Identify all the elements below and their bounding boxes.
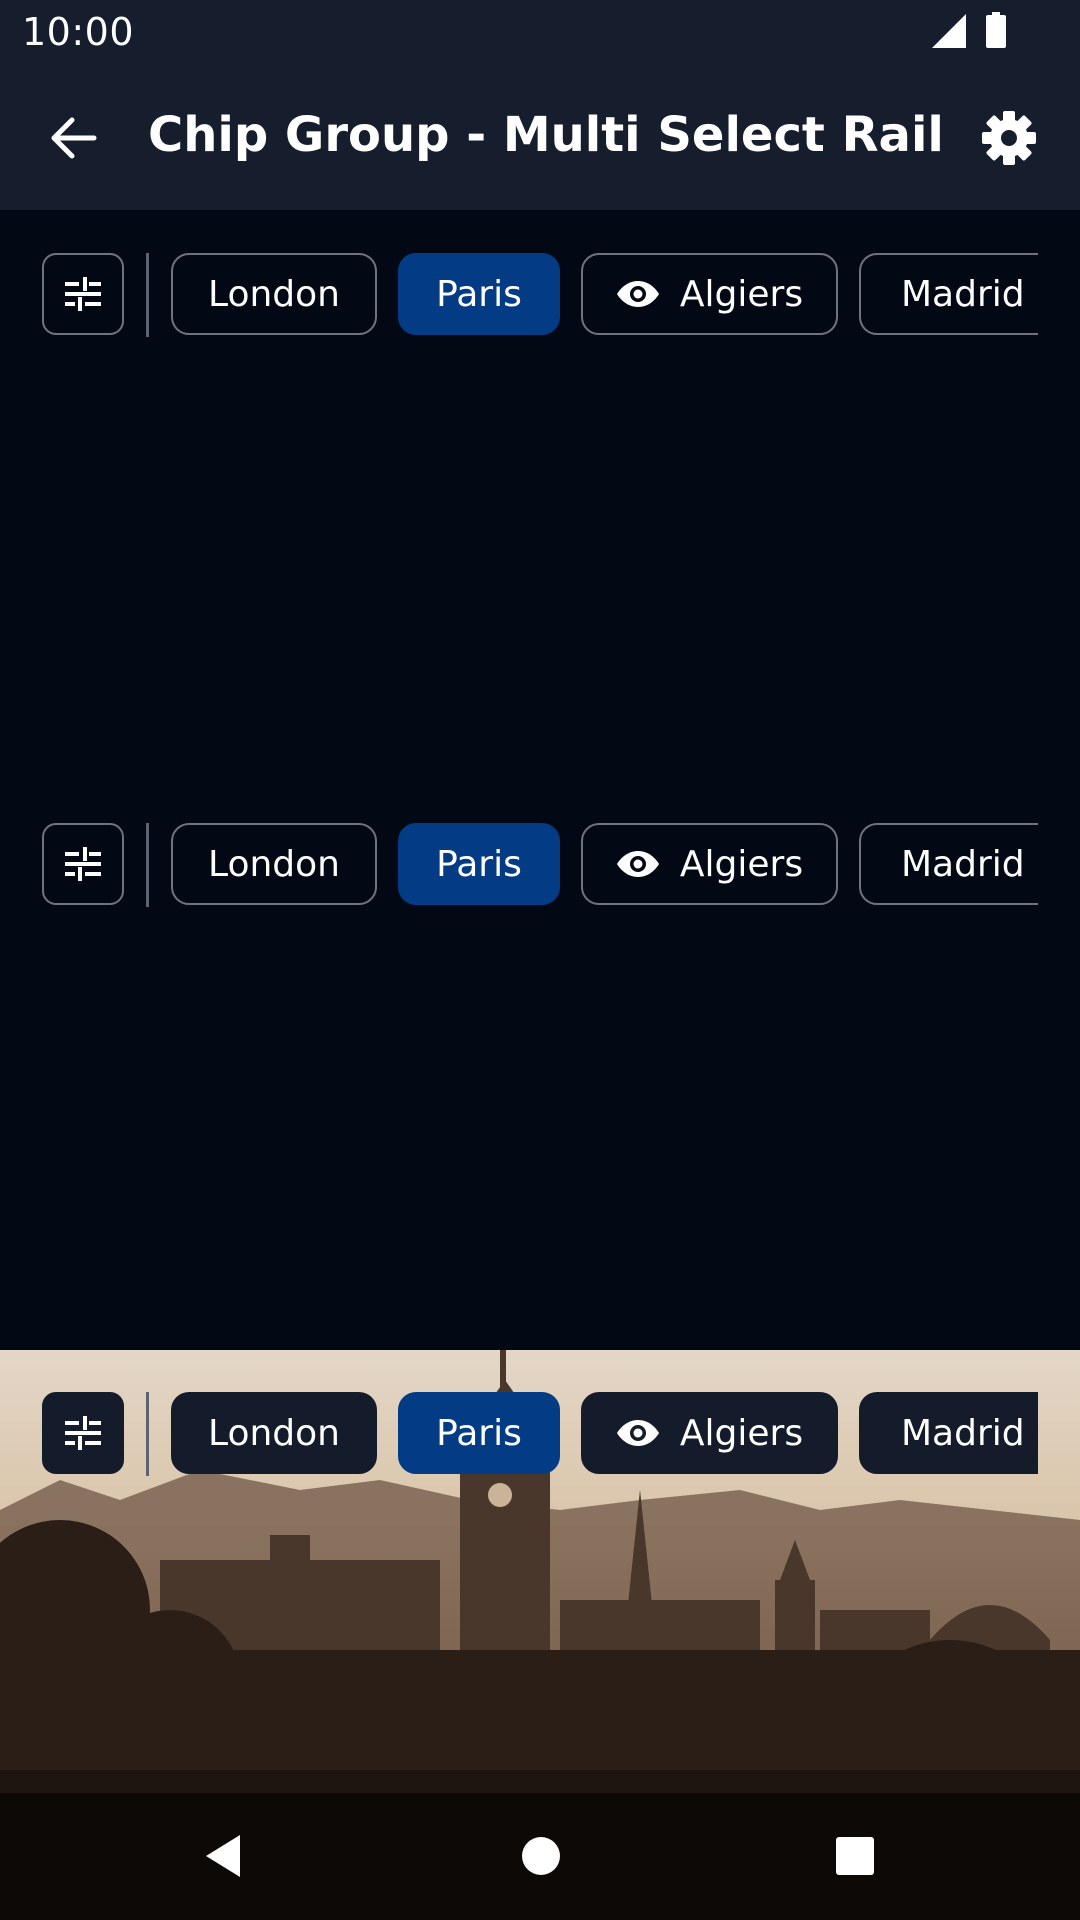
chip-algiers[interactable]: Algiers	[581, 253, 838, 335]
chip-label: Algiers	[679, 843, 804, 885]
chip-rail: London Paris Algiers Madrid	[0, 823, 1038, 907]
chip-rail: London Paris Algiers Madrid	[0, 1392, 1038, 1476]
eye-icon	[616, 1418, 660, 1448]
chip-label: London	[208, 843, 340, 885]
system-navigation-bar	[0, 1793, 1080, 1920]
chip-paris[interactable]: Paris	[398, 823, 560, 905]
nav-back-icon[interactable]	[200, 1831, 250, 1881]
sliders-icon	[65, 847, 101, 881]
rail-divider	[146, 823, 149, 907]
chip-london[interactable]: London	[171, 1392, 377, 1474]
chip-paris[interactable]: Paris	[398, 253, 560, 335]
chip-algiers[interactable]: Algiers	[581, 1392, 838, 1474]
filter-button[interactable]	[42, 1392, 124, 1474]
chip-label: Madrid	[901, 1412, 1025, 1454]
gear-icon[interactable]	[974, 103, 1044, 173]
eye-icon	[616, 849, 660, 879]
signal-icon	[932, 14, 966, 48]
chip-label: London	[208, 273, 340, 315]
chip-label: Algiers	[679, 273, 804, 315]
chip-algiers[interactable]: Algiers	[581, 823, 838, 905]
chip-madrid[interactable]: Madrid	[859, 1392, 1038, 1474]
chip-madrid[interactable]: Madrid	[859, 253, 1038, 335]
sliders-icon	[65, 1416, 101, 1450]
battery-icon	[986, 12, 1006, 48]
filter-button[interactable]	[42, 253, 124, 335]
chip-label: Paris	[436, 273, 522, 315]
rail-divider	[146, 253, 149, 337]
filter-button[interactable]	[42, 823, 124, 905]
chip-label: London	[208, 1412, 340, 1454]
chip-label: Madrid	[901, 273, 1025, 315]
nav-home-icon[interactable]	[516, 1831, 566, 1881]
chip-label: Paris	[436, 843, 522, 885]
chip-label: Madrid	[901, 843, 1025, 885]
status-bar: 10:00	[0, 0, 1080, 63]
app-bar: Chip Group - Multi Select Rail	[0, 63, 1080, 210]
page-title: Chip Group - Multi Select Rail	[148, 107, 944, 163]
chip-london[interactable]: London	[171, 253, 377, 335]
sliders-icon	[65, 277, 101, 311]
chip-label: Paris	[436, 1412, 522, 1454]
rail-divider	[146, 1392, 149, 1476]
eye-icon	[616, 279, 660, 309]
chip-london[interactable]: London	[171, 823, 377, 905]
chip-label: Algiers	[679, 1412, 804, 1454]
nav-recents-icon[interactable]	[830, 1831, 880, 1881]
chip-rail: London Paris Algiers Madrid	[0, 253, 1038, 337]
status-time: 10:00	[22, 10, 135, 54]
chip-madrid[interactable]: Madrid	[859, 823, 1038, 905]
arrow-left-icon[interactable]	[38, 103, 108, 173]
chip-paris[interactable]: Paris	[398, 1392, 560, 1474]
